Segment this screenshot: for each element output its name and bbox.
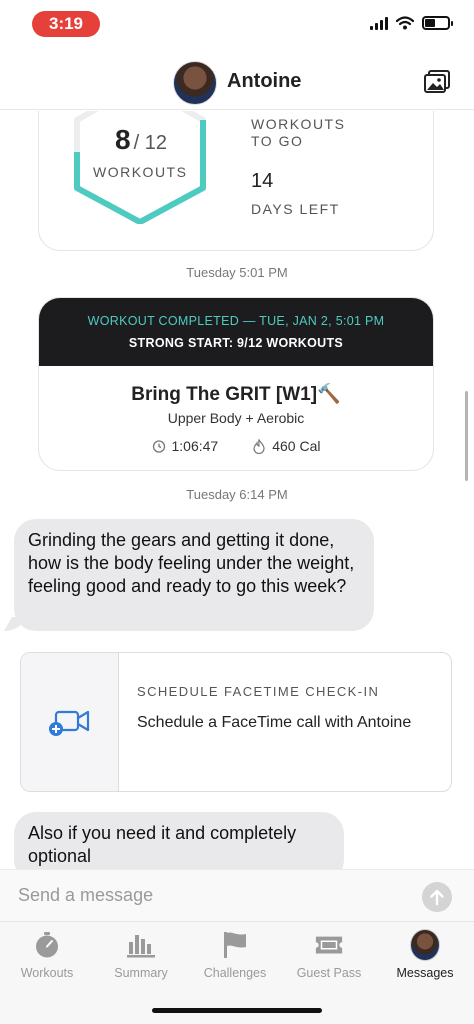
video-add-icon [48, 710, 89, 736]
tab-bar: Workouts Summary Challenges Guest Pass M… [0, 921, 474, 1024]
flag-icon [224, 932, 246, 958]
tab-messages-label: Messages [396, 966, 454, 980]
tab-challenges-label: Challenges [203, 966, 267, 980]
message-input[interactable]: Send a message [18, 885, 153, 906]
status-bar: 3:19 [0, 0, 474, 50]
chat-header: Antoine [0, 50, 474, 110]
workouts-label: WORKOUTS [93, 164, 188, 180]
program-progress-line: STRONG START: 9/12 WORKOUTS [128, 336, 344, 350]
calories-item: 460 Cal [252, 438, 320, 454]
message-composer: Send a message [0, 869, 474, 921]
workout-completed-card[interactable]: WORKOUT COMPLETED — TUE, JAN 2, 5:01 PM … [38, 297, 434, 471]
workout-band: WORKOUT COMPLETED — TUE, JAN 2, 5:01 PM … [39, 298, 433, 366]
avatar [410, 929, 440, 961]
stopwatch-icon [36, 932, 58, 958]
workout-subtitle: Upper Body + Aerobic [167, 410, 305, 426]
status-time: 3:19 [32, 11, 100, 37]
scrollbar[interactable] [465, 391, 468, 481]
tab-summary-label: Summary [114, 966, 168, 980]
battery-icon [422, 16, 453, 30]
tab-messages[interactable]: Messages [378, 929, 472, 980]
flame-icon [253, 438, 265, 454]
workouts-completed-count: 8/ 12 [115, 124, 167, 155]
facetime-icon-panel [21, 653, 119, 791]
timestamp: Tuesday 6:14 PM [186, 487, 288, 502]
home-indicator[interactable] [152, 1008, 322, 1013]
tab-guest-pass[interactable]: Guest Pass [282, 930, 376, 980]
facetime-card-title: SCHEDULE FACETIME CHECK-IN [137, 684, 380, 699]
days-left-label: DAYS LEFT [251, 201, 340, 217]
days-left-value: 14 [251, 170, 274, 192]
tab-workouts-label: Workouts [20, 966, 74, 980]
contact-name[interactable]: Antoine [227, 70, 301, 93]
avatar[interactable] [173, 61, 217, 105]
tab-summary[interactable]: Summary [94, 930, 188, 980]
challenge-progress-card: 8/ 12 WORKOUTS WORKOUTS TO GO 14 DAYS LE… [38, 111, 434, 251]
tab-workouts[interactable]: Workouts [0, 930, 94, 980]
workout-calories: 460 Cal [272, 438, 321, 454]
workout-meta: 1:06:47 460 Cal [39, 438, 433, 454]
bar-chart-icon [127, 935, 155, 958]
timestamp: Tuesday 5:01 PM [186, 265, 288, 280]
wifi-icon [396, 16, 414, 30]
tab-guest-pass-label: Guest Pass [296, 966, 362, 980]
message-bubble[interactable]: Grinding the gears and getting it done, … [14, 519, 374, 631]
workout-title: Bring The GRIT [W1]🔨 [131, 384, 341, 405]
duration-item: 1:06:47 [152, 438, 219, 454]
facetime-checkin-card[interactable]: SCHEDULE FACETIME CHECK-IN Schedule a Fa… [20, 652, 452, 792]
timer-icon [152, 440, 165, 453]
photo-gallery-icon[interactable] [424, 70, 450, 94]
message-bubble[interactable]: Also if you need it and completely optio… [14, 812, 344, 869]
tab-challenges[interactable]: Challenges [188, 930, 282, 980]
send-button[interactable] [422, 882, 452, 912]
status-icons [370, 16, 453, 30]
workout-completed-line: WORKOUT COMPLETED — TUE, JAN 2, 5:01 PM [87, 314, 385, 328]
facetime-card-description: Schedule a FaceTime call with Antoine [137, 714, 412, 731]
ticket-icon [315, 936, 343, 954]
arrow-up-icon [430, 889, 444, 905]
cellular-signal-icon [370, 16, 388, 30]
message-thread[interactable]: 8/ 12 WORKOUTS WORKOUTS TO GO 14 DAYS LE… [0, 111, 474, 869]
workouts-to-go-label: WORKOUTS TO GO [251, 116, 346, 149]
workout-duration: 1:06:47 [171, 438, 219, 454]
